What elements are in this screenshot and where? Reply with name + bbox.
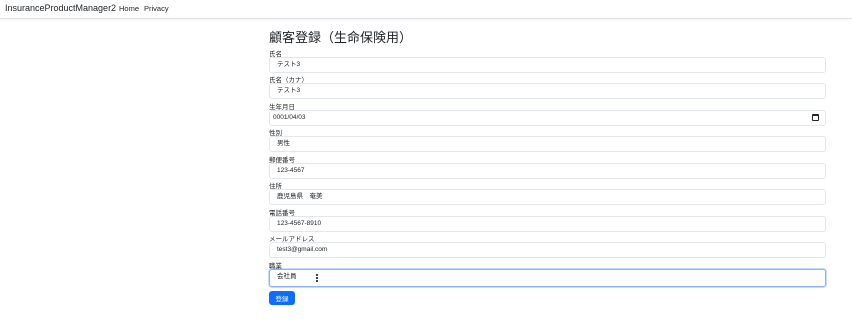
page-title: 顧客登録（生命保険用） — [269, 30, 413, 45]
occupation-select[interactable]: 会社員 — [269, 269, 826, 287]
nav-home-link[interactable]: Home — [119, 4, 139, 13]
brand-link[interactable]: InsuranceProductManager2 — [5, 3, 116, 13]
birthdate-value: 0001/04/03 — [273, 114, 306, 121]
postal-code-input[interactable]: 123-4567 — [269, 163, 826, 179]
register-button[interactable]: 登録 — [269, 291, 295, 305]
occupation-value: 会社員 — [277, 273, 297, 280]
select-dots-icon[interactable] — [314, 274, 320, 284]
email-input[interactable]: test3@gmail.com — [269, 242, 826, 258]
address-input[interactable]: 鹿児島県 奄美 — [269, 189, 826, 205]
gender-input[interactable]: 男性 — [269, 136, 826, 152]
top-navbar: InsuranceProductManager2 Home Privacy — [0, 0, 852, 19]
calendar-icon[interactable] — [812, 114, 819, 121]
phone-input[interactable]: 123-4567-8910 — [269, 216, 826, 232]
name-kana-input[interactable]: テスト3 — [269, 83, 826, 99]
birthdate-input[interactable]: 0001/04/03 — [269, 110, 826, 126]
name-input[interactable]: テスト3 — [269, 57, 826, 73]
nav-privacy-link[interactable]: Privacy — [144, 4, 169, 13]
